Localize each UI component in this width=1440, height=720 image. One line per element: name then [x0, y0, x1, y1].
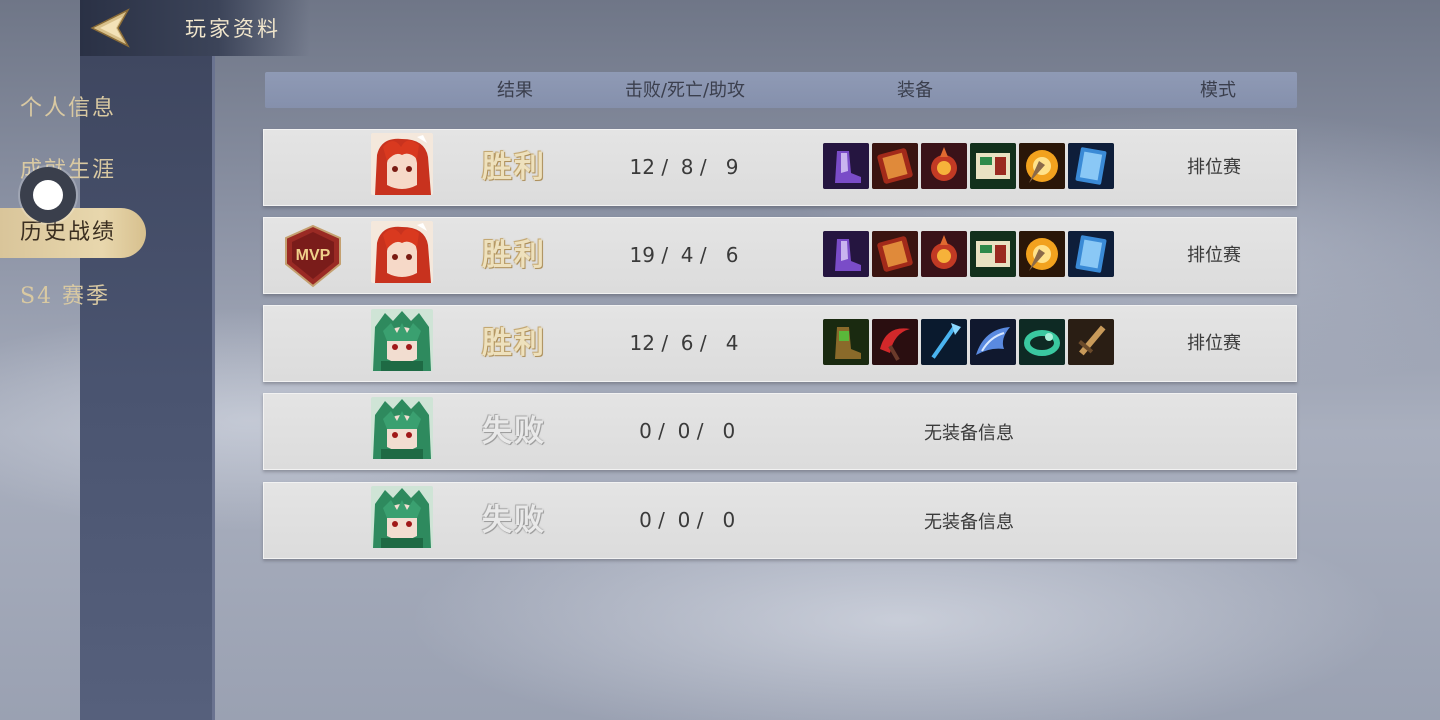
kda-stat: 12 / 6 / 4	[629, 331, 739, 355]
fire-orb-item-icon[interactable]	[921, 231, 967, 277]
game-mode: 排位赛	[1187, 157, 1241, 178]
match-row[interactable]: 胜利 12 / 6 / 4 排位赛	[263, 305, 1297, 382]
match-row[interactable]: 失败 0 / 0 / 0 无装备信息	[263, 393, 1297, 470]
fire-orb-item-icon[interactable]	[921, 143, 967, 189]
mvp-badge-icon: MVP	[282, 224, 344, 288]
blue-book-item-icon[interactable]	[1068, 143, 1114, 189]
game-mode: 排位赛	[1187, 245, 1241, 266]
header-kda: 击败/死亡/助攻	[624, 80, 746, 101]
sidebar-item-season[interactable]: S4 赛季	[0, 272, 132, 322]
green-hair-hero-avatar	[371, 397, 433, 459]
header-mode: 模式	[1200, 80, 1236, 101]
red-tome-item-icon[interactable]	[872, 231, 918, 277]
floating-assistive-button[interactable]	[20, 167, 76, 223]
jade-ring-item-icon[interactable]	[1019, 319, 1065, 365]
page-title: 玩家资料	[185, 17, 281, 41]
game-mode	[1164, 394, 1264, 469]
no-equipment-text: 无装备信息	[924, 512, 1014, 533]
red-scythe-item-icon[interactable]	[872, 319, 918, 365]
green-scroll-item-icon[interactable]	[970, 143, 1016, 189]
table-header: 结果 击败/死亡/助攻 装备 模式	[265, 72, 1297, 108]
match-result: 胜利	[482, 238, 546, 273]
no-equipment-text: 无装备信息	[924, 423, 1014, 444]
game-mode: 排位赛	[1187, 333, 1241, 354]
kda-stat: 0 / 0 / 0	[632, 419, 736, 443]
blue-book-item-icon[interactable]	[1068, 231, 1114, 277]
match-result: 失败	[482, 503, 546, 538]
blue-trident-item-icon[interactable]	[921, 319, 967, 365]
red-tome-item-icon[interactable]	[872, 143, 918, 189]
red-hair-hero-avatar	[371, 221, 433, 283]
green-hair-hero-avatar	[371, 309, 433, 371]
header-result: 结果	[497, 80, 533, 101]
back-arrow-icon	[90, 8, 130, 48]
equipment-list	[823, 143, 1114, 189]
blue-wing-item-icon[interactable]	[970, 319, 1016, 365]
game-mode	[1164, 483, 1264, 558]
match-result: 胜利	[482, 326, 546, 361]
flame-shield-item-icon[interactable]	[1019, 143, 1065, 189]
green-boots-item-icon[interactable]	[823, 319, 869, 365]
purple-boots-item-icon[interactable]	[823, 143, 869, 189]
equipment-list	[823, 231, 1114, 277]
green-hair-hero-avatar	[371, 486, 433, 548]
red-hair-hero-avatar	[371, 133, 433, 195]
svg-text:MVP: MVP	[296, 247, 331, 264]
kda-stat: 12 / 8 / 9	[629, 155, 739, 179]
purple-boots-item-icon[interactable]	[823, 231, 869, 277]
back-button[interactable]	[88, 6, 132, 50]
kda-stat: 0 / 0 / 0	[632, 508, 736, 532]
match-row[interactable]: 胜利 12 / 8 / 9 排位赛	[263, 129, 1297, 206]
sidebar-item-match-history[interactable]: 历史战绩	[0, 208, 146, 258]
flame-shield-item-icon[interactable]	[1019, 231, 1065, 277]
sidebar-item-personal-info[interactable]: 个人信息	[0, 84, 132, 134]
equipment-list	[823, 319, 1114, 365]
match-row[interactable]: MVP 胜利 19 / 4 / 6 排位赛	[263, 217, 1297, 294]
green-scroll-item-icon[interactable]	[970, 231, 1016, 277]
kda-stat: 19 / 4 / 6	[629, 243, 739, 267]
match-result: 失败	[482, 414, 546, 449]
match-result: 胜利	[482, 150, 546, 185]
header-equipment: 装备	[897, 80, 933, 101]
match-row[interactable]: 失败 0 / 0 / 0 无装备信息	[263, 482, 1297, 559]
bronze-blade-item-icon[interactable]	[1068, 319, 1114, 365]
